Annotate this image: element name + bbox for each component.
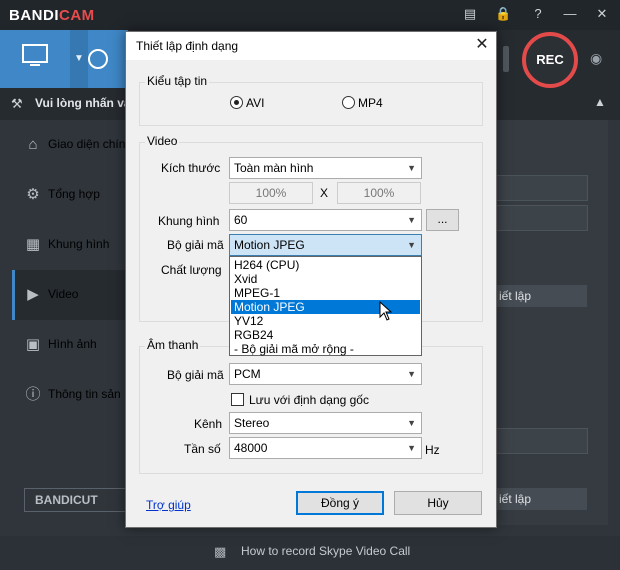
ok-button[interactable]: Đồng ý	[296, 491, 384, 515]
keep-original-checkbox[interactable]	[231, 393, 244, 406]
sidebar-item-label: Giao diện chín	[48, 137, 126, 151]
frequency-combo-value: 48000	[234, 441, 268, 455]
camera-icon[interactable]: ◉	[590, 50, 610, 66]
chevron-down-icon: ▼	[407, 240, 416, 250]
video-codec-combo[interactable]: Motion JPEG ▼	[229, 234, 422, 256]
game-mode-button[interactable]	[88, 30, 128, 88]
dialog-title-bar: Thiết lập định dạng ✕	[126, 32, 496, 60]
footer-link[interactable]: How to record Skype Video Call	[241, 544, 410, 558]
film-icon: ▦	[25, 236, 41, 253]
size-label: Kích thước	[161, 161, 221, 175]
audio-codec-combo-value: PCM	[234, 367, 261, 381]
sidebar-item-image[interactable]: ▣ Hình ảnh	[12, 320, 137, 370]
video-codec-combo-value: Motion JPEG	[234, 238, 305, 252]
sidebar-item-label: Tổng hợp	[48, 187, 100, 201]
chevron-down-icon: ▼	[407, 163, 416, 173]
fps-label: Khung hình	[158, 214, 220, 228]
codec-option-h264[interactable]: H264 (CPU)	[231, 258, 420, 272]
sidebar-item-general[interactable]: ⚙ Tổng hợp	[12, 170, 137, 220]
codec-option-mpeg1[interactable]: MPEG-1	[231, 286, 420, 300]
fps-combo[interactable]: 60 ▼	[229, 209, 422, 231]
height-percent-field: 100%	[337, 182, 421, 204]
cancel-button[interactable]: Hủy	[394, 491, 482, 515]
home-icon: ⌂	[28, 136, 38, 153]
chevron-down-icon: ▼	[407, 215, 416, 225]
x-separator: X	[320, 186, 329, 200]
video-group-label: Video	[145, 134, 180, 148]
sidebar-item-label: Khung hình	[48, 237, 110, 251]
audio-codec-combo[interactable]: PCM ▼	[229, 363, 422, 385]
sidebar-item-fps[interactable]: ▦ Khung hình	[12, 220, 137, 270]
mouse-cursor-icon	[379, 301, 393, 321]
avi-radio-label[interactable]: AVI	[246, 96, 264, 110]
notice-text: Vui lòng nhấn và	[35, 96, 131, 110]
wrench-icon: ⚒	[11, 96, 23, 111]
minimize-icon[interactable]: —	[562, 6, 578, 22]
bandicut-banner[interactable]: BANDICUT	[24, 488, 128, 512]
fps-combo-value: 60	[234, 213, 248, 227]
mp4-radio[interactable]	[342, 96, 355, 109]
info-icon: ⓘ	[25, 386, 41, 403]
gear-icon: ⚙	[26, 186, 40, 203]
codec-option-xvid[interactable]: Xvid	[231, 272, 420, 286]
chevron-down-icon: ▼	[407, 369, 416, 379]
chevron-down-icon[interactable]: ▼	[70, 30, 88, 88]
close-icon[interactable]: ✕	[594, 6, 610, 22]
width-percent-field: 100%	[229, 182, 313, 204]
sidebar-item-label: Thông tin sản	[48, 387, 121, 401]
size-combo-value: Toàn màn hình	[234, 161, 314, 175]
quality-label: Chất lượng	[161, 263, 222, 277]
folder-icon[interactable]: ▤	[462, 6, 478, 22]
video-icon: ▶	[27, 286, 39, 303]
mp4-radio-label[interactable]: MP4	[358, 96, 383, 110]
dialog-title: Thiết lập định dạng	[136, 39, 239, 53]
channel-label: Kênh	[194, 417, 223, 431]
sidebar-item-label: Hình ảnh	[48, 337, 97, 351]
monitor-icon	[22, 44, 48, 66]
codec-option-rgb24[interactable]: RGB24	[231, 328, 420, 342]
rec-button[interactable]: REC	[522, 32, 578, 88]
sidebar-item-home[interactable]: ⌂ Giao diện chín	[12, 120, 137, 170]
channel-combo-value: Stereo	[234, 416, 270, 430]
pause-divider	[503, 46, 509, 72]
sidebar-item-label: Video	[48, 287, 79, 301]
app-logo: BANDICAM	[9, 7, 95, 24]
size-combo[interactable]: Toàn màn hình ▼	[229, 157, 422, 179]
sidebar-item-about[interactable]: ⓘ Thông tin sản	[12, 370, 137, 420]
audio-group-label: Âm thanh	[145, 338, 201, 352]
audio-codec-label: Bộ giải mã	[167, 368, 224, 382]
sidebar-item-video[interactable]: ▶ Video	[12, 270, 137, 320]
file-type-group	[139, 82, 483, 126]
chevron-down-icon: ▼	[407, 443, 416, 453]
format-settings-dialog: Thiết lập định dạng ✕ Kiểu tập tin AVI M…	[125, 31, 497, 528]
help-link[interactable]: Trợ giúp	[146, 498, 191, 512]
video-codec-label: Bộ giải mã	[167, 238, 224, 252]
screen-mode-button[interactable]	[0, 30, 70, 88]
avi-radio[interactable]	[230, 96, 243, 109]
fps-more-button[interactable]: ...	[426, 209, 459, 231]
lock-icon[interactable]: 🔒	[495, 6, 511, 22]
image-icon: ▣	[25, 336, 41, 353]
close-icon[interactable]: ✕	[474, 36, 490, 54]
chevron-up-icon[interactable]: ▲	[594, 95, 606, 109]
keep-original-label[interactable]: Lưu với định dạng gốc	[249, 393, 369, 407]
file-type-group-label: Kiểu tập tin	[145, 74, 210, 88]
codec-option-external[interactable]: - Bộ giải mã mở rộng -	[231, 342, 420, 356]
gamepad-icon	[88, 49, 108, 69]
channel-combo[interactable]: Stereo ▼	[229, 412, 422, 434]
frequency-unit: Hz	[425, 443, 440, 457]
video-codec-dropdown-list: H264 (CPU) Xvid MPEG-1 Motion JPEG YV12 …	[229, 256, 422, 356]
frequency-combo[interactable]: 48000 ▼	[229, 437, 422, 459]
frequency-label: Tần số	[184, 442, 221, 456]
chevron-down-icon: ▼	[407, 418, 416, 428]
help-icon[interactable]: ?	[530, 6, 546, 22]
chat-icon: ▩	[214, 544, 227, 559]
